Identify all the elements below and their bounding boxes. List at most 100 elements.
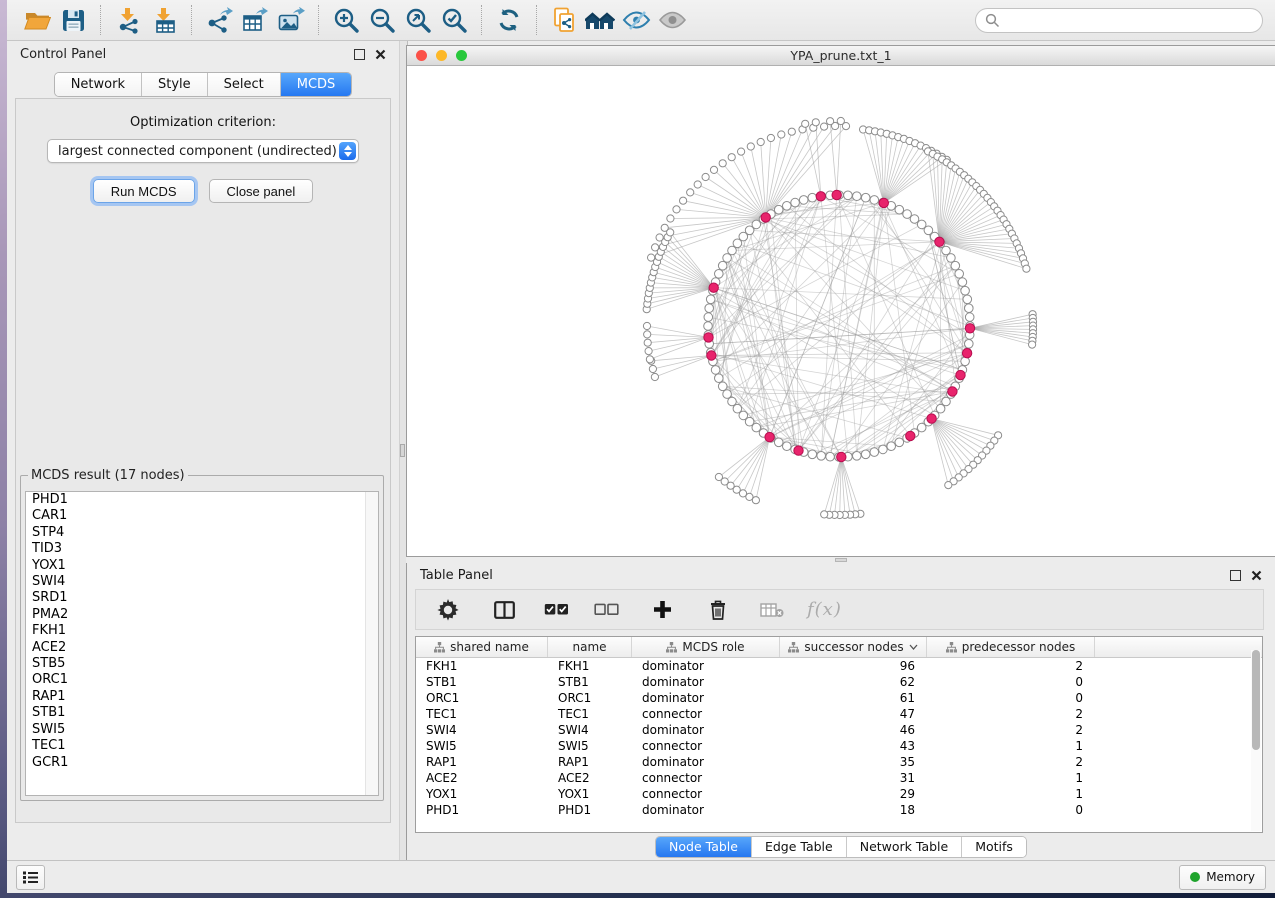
mcds-result-node[interactable]: YOX1 [26, 558, 378, 574]
export-network-button[interactable] [201, 3, 237, 37]
graph-node[interactable] [965, 304, 974, 313]
graph-node[interactable] [783, 202, 792, 211]
run-mcds-button[interactable]: Run MCDS [93, 179, 195, 203]
graph-node[interactable] [917, 423, 926, 432]
graph-mcds-hub-node[interactable] [906, 431, 915, 440]
table-scrollbar[interactable] [1251, 650, 1261, 831]
network-canvas[interactable] [407, 66, 1275, 556]
table-row[interactable]: TEC1TEC1connector472 [416, 706, 1262, 722]
graph-leaf-node[interactable] [1029, 341, 1036, 348]
close-panel-icon[interactable] [375, 49, 386, 60]
float-panel-icon[interactable] [354, 49, 365, 60]
graph-leaf-node[interactable] [945, 482, 952, 489]
graph-mcds-hub-node[interactable] [965, 324, 974, 333]
table-row[interactable]: RAP1RAP1dominator352 [416, 754, 1262, 770]
graph-leaf-node[interactable] [1023, 265, 1030, 272]
mcds-result-node[interactable]: ACE2 [26, 640, 378, 656]
tab-style[interactable]: Style [142, 73, 208, 96]
graph-node[interactable] [728, 246, 737, 255]
mcds-result-node[interactable]: TID3 [26, 541, 378, 557]
tab-network-table[interactable]: Network Table [847, 837, 963, 857]
graph-edge[interactable] [648, 337, 709, 342]
table-row[interactable]: SWI4SWI4dominator462 [416, 722, 1262, 738]
delete-table-button[interactable] [750, 594, 794, 626]
graph-edge[interactable] [661, 252, 714, 288]
graph-node[interactable] [844, 191, 853, 200]
apply-layout-button[interactable] [491, 3, 527, 37]
graph-node[interactable] [887, 442, 896, 451]
toggle-panes-button[interactable] [482, 594, 526, 626]
graph-leaf-node[interactable] [710, 166, 717, 173]
table-settings-button[interactable] [426, 594, 470, 626]
graph-edge[interactable] [857, 203, 884, 456]
mcds-result-node[interactable]: ORC1 [26, 672, 378, 688]
graph-node[interactable] [715, 270, 724, 279]
table-row[interactable]: STB1STB1dominator620 [416, 674, 1262, 690]
open-session-button[interactable] [19, 3, 55, 37]
graph-leaf-node[interactable] [837, 117, 844, 124]
splitter-handle[interactable] [400, 444, 405, 457]
graph-node[interactable] [870, 196, 879, 205]
table-row[interactable]: ACE2ACE2connector311 [416, 770, 1262, 786]
graph-node[interactable] [963, 295, 972, 304]
mcds-result-node[interactable]: SRD1 [26, 590, 378, 606]
mcds-result-node[interactable]: STB1 [26, 705, 378, 721]
graph-edge[interactable] [848, 370, 963, 457]
tab-motifs[interactable]: Motifs [962, 837, 1026, 857]
mcds-result-node[interactable]: SWI5 [26, 722, 378, 738]
graph-mcds-hub-node[interactable] [962, 349, 971, 358]
column-header-name[interactable]: name [548, 637, 632, 657]
graph-edge[interactable] [723, 163, 766, 217]
import-network-button[interactable] [110, 3, 146, 37]
graph-node[interactable] [955, 270, 964, 279]
show-all-button[interactable] [654, 3, 690, 37]
graph-node[interactable] [947, 254, 956, 263]
graph-edge[interactable] [750, 196, 821, 421]
table-row[interactable]: YOX1YOX1connector291 [416, 786, 1262, 802]
graph-node[interactable] [733, 404, 742, 413]
graph-edge[interactable] [884, 151, 932, 203]
graph-leaf-node[interactable] [788, 128, 795, 135]
graph-node[interactable] [718, 261, 727, 270]
graph-node[interactable] [704, 313, 713, 322]
float-panel-icon[interactable] [1230, 570, 1241, 581]
mcds-result-node[interactable]: GCR1 [26, 755, 378, 771]
graph-node[interactable] [965, 340, 974, 349]
graph-mcds-hub-node[interactable] [832, 190, 841, 199]
graph-edge[interactable] [932, 419, 959, 478]
column-header-predecessor-nodes[interactable]: predecessor nodes [927, 637, 1095, 657]
splitter-handle[interactable] [835, 558, 847, 562]
graph-leaf-node[interactable] [812, 119, 819, 126]
graph-node[interactable] [791, 198, 800, 207]
zoom-out-button[interactable] [364, 3, 400, 37]
mcds-result-node[interactable]: STP4 [26, 525, 378, 541]
graph-node[interactable] [861, 450, 870, 459]
mcds-result-node[interactable]: PHD1 [26, 492, 378, 508]
graph-mcds-hub-node[interactable] [704, 333, 713, 342]
graph-leaf-node[interactable] [821, 511, 828, 518]
graph-mcds-hub-node[interactable] [948, 387, 957, 396]
graph-leaf-node[interactable] [702, 173, 709, 180]
search-box[interactable] [975, 8, 1263, 33]
graph-edge[interactable] [766, 126, 835, 217]
graph-leaf-node[interactable] [715, 473, 722, 480]
zoom-in-button[interactable] [328, 3, 364, 37]
mcds-result-list[interactable]: PHD1CAR1STP4TID3YOX1SWI4SRD1PMA2FKH1ACE2… [25, 491, 379, 796]
table-scrollbar-thumb[interactable] [1252, 650, 1260, 750]
graph-leaf-node[interactable] [738, 148, 745, 155]
graph-node[interactable] [910, 215, 919, 224]
mcds-result-node[interactable]: TEC1 [26, 738, 378, 754]
graph-node[interactable] [808, 193, 817, 202]
tab-node-table[interactable]: Node Table [656, 837, 752, 857]
graph-leaf-node[interactable] [719, 160, 726, 167]
graph-node[interactable] [783, 442, 792, 451]
table-row[interactable]: PHD1PHD1dominator180 [416, 802, 1262, 818]
graph-leaf-node[interactable] [646, 356, 653, 363]
graph-node[interactable] [853, 192, 862, 201]
network-window-titlebar[interactable]: YPA_prune.txt_1 [407, 46, 1275, 66]
graph-node[interactable] [895, 438, 904, 447]
mcds-result-node[interactable]: STB5 [26, 656, 378, 672]
zoom-selected-button[interactable] [436, 3, 472, 37]
graph-leaf-node[interactable] [757, 138, 764, 145]
graph-leaf-node[interactable] [728, 154, 735, 161]
